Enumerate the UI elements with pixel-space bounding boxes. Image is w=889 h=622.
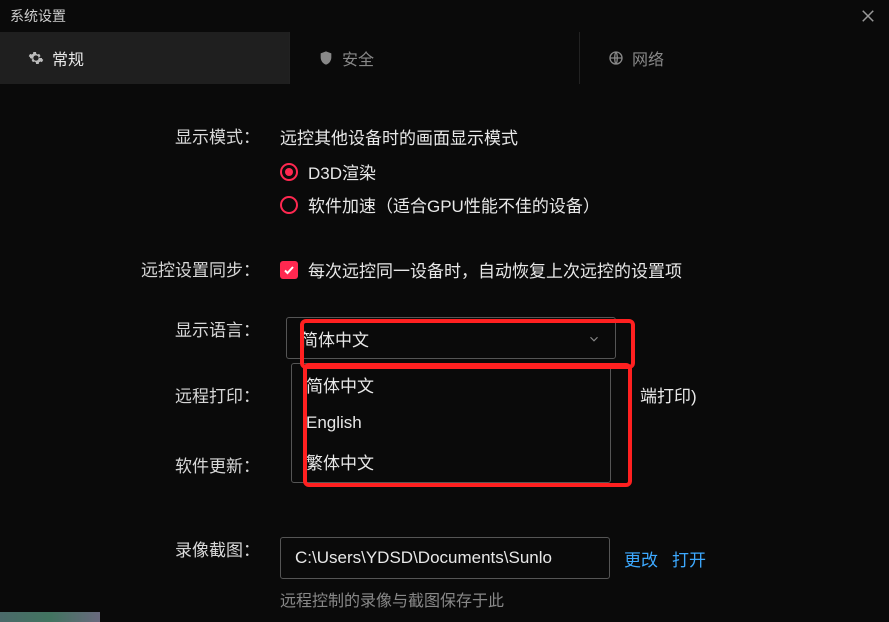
tab-label: 常规: [52, 46, 84, 70]
chevron-down-icon: [587, 331, 601, 345]
language-option-zh-tw[interactable]: 繁体中文: [292, 441, 610, 482]
row-sync: 远控设置同步： 每次远控同一设备时，自动恢复上次远控的设置项: [0, 257, 889, 285]
recording-desc: 远程控制的录像与截图保存于此: [280, 587, 504, 611]
row-recording: 录像截图： C:\Users\YDSD\Documents\Sunlo 更改 打…: [0, 537, 889, 611]
shield-icon: [318, 50, 334, 66]
language-option-en[interactable]: English: [292, 405, 610, 441]
tab-network[interactable]: 网络: [580, 32, 870, 84]
globe-icon: [608, 50, 624, 66]
gear-icon: [28, 50, 44, 66]
tab-label: 网络: [632, 46, 664, 70]
row-language: 显示语言： 简体中文 简体中文 English 繁体中文: [0, 317, 889, 359]
recording-path-input[interactable]: C:\Users\YDSD\Documents\Sunlo: [280, 537, 610, 579]
language-dropdown: 简体中文 English 繁体中文: [291, 363, 611, 483]
checkbox-label: 每次远控同一设备时，自动恢复上次远控的设置项: [308, 257, 682, 282]
tab-security[interactable]: 安全: [290, 32, 580, 84]
label-update: 软件更新：: [0, 453, 280, 481]
content: 显示模式： 远控其他设备时的画面显示模式 D3D渲染 软件加速（适合GPU性能不…: [0, 84, 889, 611]
checkbox-sync[interactable]: 每次远控同一设备时，自动恢复上次远控的设置项: [280, 257, 859, 282]
label-sync: 远控设置同步：: [0, 257, 280, 285]
radio-d3d[interactable]: D3D渲染: [280, 159, 859, 184]
radio-software[interactable]: 软件加速（适合GPU性能不佳的设备）: [280, 192, 859, 217]
checkbox-icon: [280, 261, 298, 279]
change-button[interactable]: 更改: [624, 546, 658, 571]
radio-label: D3D渲染: [308, 159, 376, 184]
tab-label: 安全: [342, 46, 374, 70]
language-select[interactable]: 简体中文: [286, 317, 616, 359]
label-recording: 录像截图：: [0, 537, 280, 565]
label-remote-print: 远程打印：: [0, 383, 280, 411]
radio-label: 软件加速（适合GPU性能不佳的设备）: [308, 192, 600, 217]
remote-print-tail: 端打印): [640, 383, 697, 411]
tabs: 常规 安全 网络: [0, 32, 889, 84]
label-language: 显示语言：: [0, 317, 280, 345]
open-button[interactable]: 打开: [672, 546, 706, 571]
tab-general[interactable]: 常规: [0, 32, 290, 84]
titlebar: 系统设置: [0, 0, 889, 32]
label-display-mode: 显示模式：: [0, 124, 280, 152]
language-option-zh-cn[interactable]: 简体中文: [292, 364, 610, 405]
language-selected: 简体中文: [301, 326, 369, 351]
decorative-strip: [0, 612, 100, 622]
row-display-mode: 显示模式： 远控其他设备时的画面显示模式 D3D渲染 软件加速（适合GPU性能不…: [0, 124, 889, 225]
radio-icon: [280, 163, 298, 181]
display-mode-desc: 远控其他设备时的画面显示模式: [280, 124, 859, 149]
radio-icon: [280, 196, 298, 214]
recording-path-text: C:\Users\YDSD\Documents\Sunlo: [295, 548, 552, 568]
close-icon[interactable]: [859, 7, 877, 25]
window-title: 系统设置: [10, 6, 66, 26]
